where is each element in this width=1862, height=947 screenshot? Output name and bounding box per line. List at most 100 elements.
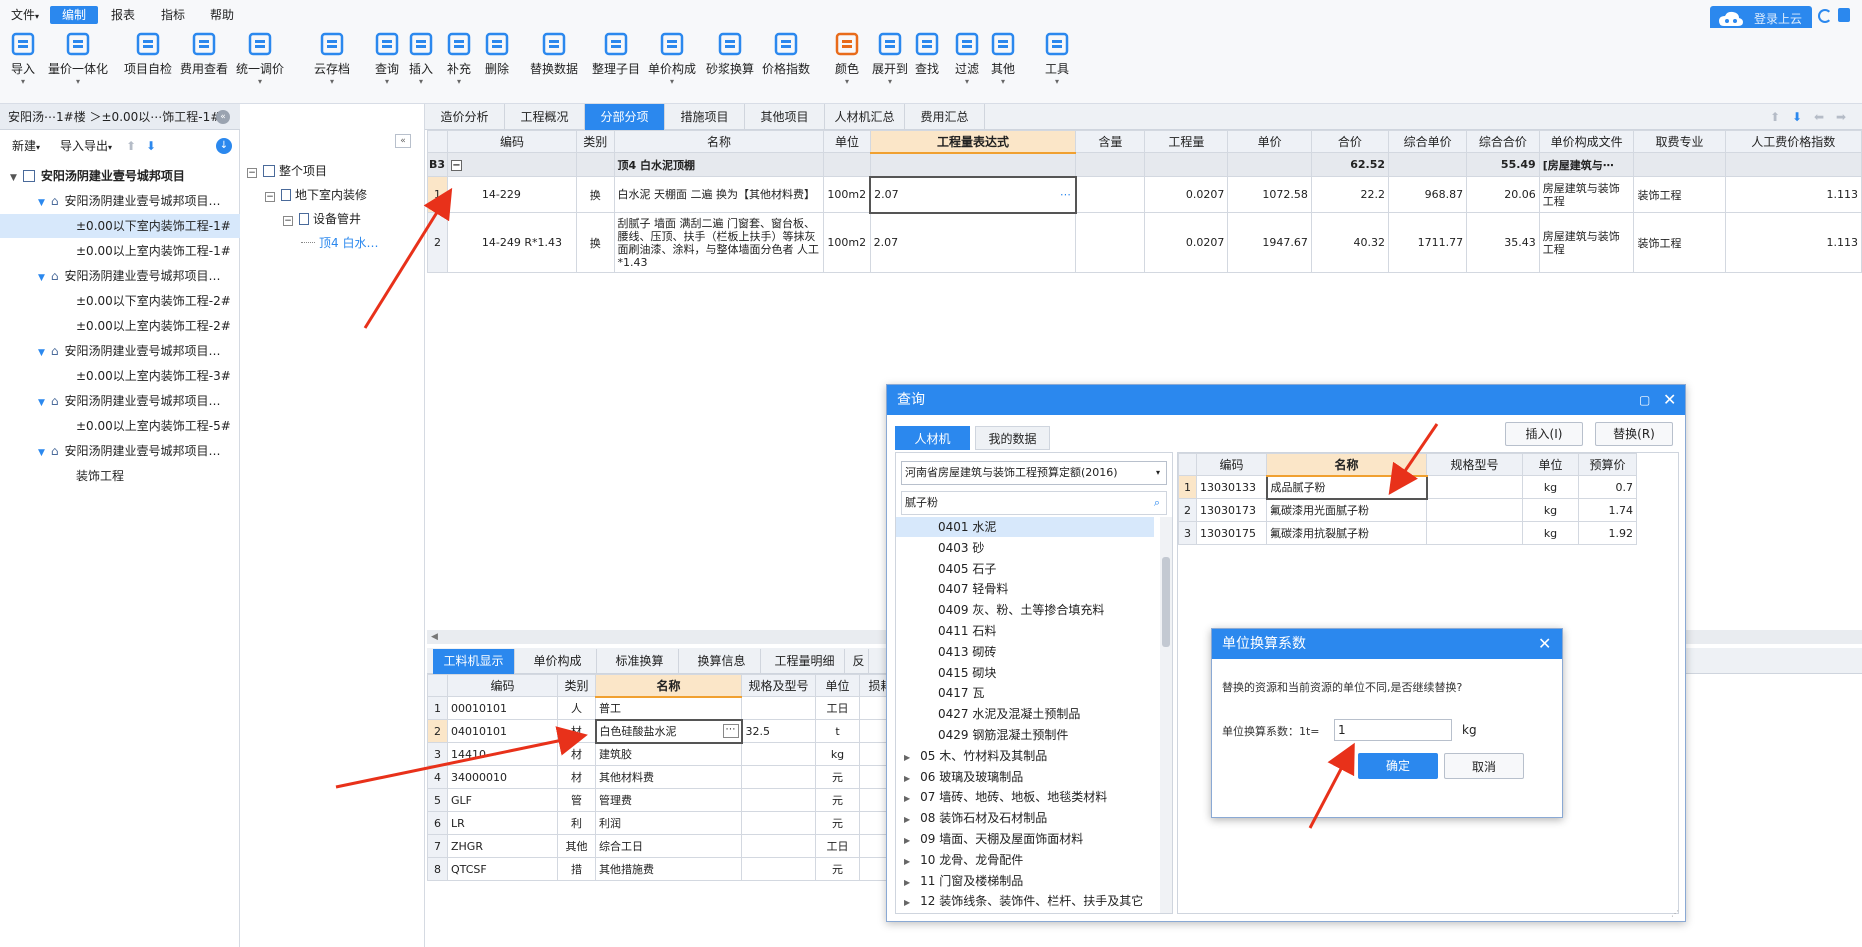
qcol-name[interactable]: 名称 <box>1266 453 1427 477</box>
tree-node-ceiling[interactable]: 顶4 白水… <box>301 232 378 254</box>
quota-select[interactable]: 河南省房屋建筑与装饰工程预算定额(2016) ▾ <box>901 461 1167 485</box>
resource-row[interactable]: 2 04010101 材白色硅酸盐水泥 ⋯ 32.5 t <box>427 718 934 744</box>
category-item[interactable]: 0417 瓦 <box>896 683 1154 703</box>
tab-4[interactable]: 其他项目 <box>745 104 825 130</box>
bottom-tab-4[interactable]: 工程量明细 <box>765 649 845 674</box>
move-up-icon[interactable]: ⬆ <box>126 139 136 153</box>
result-row[interactable]: 1 13030133 成品腻子粉 kg 0.7 <box>1178 474 1637 500</box>
category-item[interactable]: ▶ 06 玻璃及玻璃制品 <box>896 767 1154 787</box>
col-type[interactable]: 类别 <box>576 130 615 153</box>
category-item[interactable]: 0413 砌砖 <box>896 642 1154 662</box>
more-icon[interactable]: ⋯ <box>1060 188 1071 201</box>
rcol-type[interactable]: 类别 <box>557 674 596 697</box>
qcol-code[interactable]: 编码 <box>1196 453 1267 476</box>
menu-file[interactable]: 文件▾ <box>4 6 46 24</box>
category-item[interactable]: ▶ 11 门窗及楼梯制品 <box>896 871 1154 891</box>
col-unit[interactable]: 单位 <box>823 130 871 153</box>
toolbar-price-adjust-button[interactable]: 统一调价 ▾ <box>236 31 284 86</box>
category-item[interactable]: 0411 石料 <box>896 621 1154 641</box>
arrow-up-icon[interactable]: ⬆ <box>1770 110 1780 124</box>
search-input[interactable]: 腻子粉 ⌕ <box>901 491 1167 515</box>
user-icon[interactable] <box>1838 8 1850 22</box>
col-price-file[interactable]: 单价构成文件 <box>1538 130 1635 153</box>
tree-item[interactable]: ±0.00以上室内装饰工程-1# <box>0 239 240 263</box>
resource-row[interactable]: 3 14410⋯ 材建筑胶 kg <box>427 742 934 766</box>
toolbar-filter-button[interactable]: 过滤 ▾ <box>954 31 980 86</box>
resource-row[interactable]: 5 GLF 管管理费元 <box>427 788 934 812</box>
tree-item[interactable]: ▼ 安阳汤阴建业壹号城邦项目 <box>0 164 240 188</box>
tab-3[interactable]: 措施项目 <box>665 104 745 130</box>
tree-item[interactable]: ±0.00以下室内装饰工程-1# <box>0 214 240 238</box>
menu-help[interactable]: 帮助 <box>203 6 241 24</box>
tree-item[interactable]: ▼ ⌂ 安阳汤阴建业壹号城邦项目… <box>0 439 240 463</box>
col-total[interactable]: 合价 <box>1310 130 1390 153</box>
tree-item[interactable]: ±0.00以上室内装饰工程-2# <box>0 314 240 338</box>
refresh-icon[interactable] <box>1818 9 1832 23</box>
more-icon[interactable]: ⋯ <box>722 723 739 738</box>
resource-row[interactable]: 6 LR 利利润元 <box>427 811 934 835</box>
insert-button[interactable]: 插入(I) <box>1505 422 1583 446</box>
toolbar-cost-view-button[interactable]: 费用查看 <box>180 31 228 77</box>
move-down-icon[interactable]: ⬇ <box>146 139 156 153</box>
import-export-button[interactable]: 导入导出▾ <box>60 134 112 158</box>
bottom-tab-3[interactable]: 换算信息 <box>683 649 761 674</box>
col-name[interactable]: 名称 <box>613 130 825 153</box>
tree-item[interactable]: 装饰工程 <box>0 464 240 488</box>
toolbar-tools-button[interactable]: 工具 ▾ <box>1044 31 1070 86</box>
tab-materials[interactable]: 人材机 <box>895 426 970 450</box>
toolbar-price-index-button[interactable]: 价格指数 <box>762 31 810 77</box>
toolbar-import-button[interactable]: 导入 ▾ <box>10 31 36 86</box>
col-profession[interactable]: 取费专业 <box>1633 130 1726 153</box>
download-icon[interactable]: ↓ <box>216 138 232 154</box>
arrow-left-icon[interactable]: ⬅ <box>1814 110 1824 124</box>
toolbar-delete-button[interactable]: 删除 <box>484 31 510 77</box>
expr-cell-editing[interactable]: 2.07 ⋯ <box>869 175 1077 214</box>
menu-report[interactable]: 报表 <box>104 6 142 24</box>
collapse-icon[interactable]: « <box>216 110 230 124</box>
toolbar-cloud-archive-button[interactable]: 云存档 ▾ <box>314 31 350 86</box>
collapse-pane-icon[interactable]: « <box>395 134 411 148</box>
tree-item[interactable]: ▼ ⌂ 安阳汤阴建业壹号城邦项目… <box>0 339 240 363</box>
cancel-button[interactable]: 取消 <box>1444 753 1524 779</box>
rcol-name[interactable]: 名称 <box>595 674 742 698</box>
category-item[interactable]: ▶ 07 墙砖、地砖、地板、地毯类材料 <box>896 787 1154 807</box>
toolbar-organize-button[interactable]: 整理子目 <box>592 31 640 77</box>
menu-index[interactable]: 指标 <box>154 6 192 24</box>
toolbar-self-check-button[interactable]: 项目自检 <box>124 31 172 77</box>
toolbar-supplement-button[interactable]: 补充 ▾ <box>446 31 472 86</box>
rcol-unit[interactable]: 单位 <box>815 674 860 697</box>
qcol-price[interactable]: 预算价 <box>1578 453 1637 476</box>
tree-item[interactable]: ±0.00以上室内装饰工程-5# <box>0 414 240 438</box>
bottom-tab-0[interactable]: 工料机显示 <box>433 649 515 674</box>
toolbar-unit-price-button[interactable]: 单价构成 ▾ <box>648 31 696 86</box>
tree-node-basement[interactable]: − 地下室内装修 <box>265 184 367 206</box>
tree-item[interactable]: ±0.00以上室内装饰工程-3# <box>0 364 240 388</box>
category-item[interactable]: ▶ 10 龙骨、龙骨配件 <box>896 850 1154 870</box>
category-item[interactable]: 0405 石子 <box>896 559 1154 579</box>
col-expr[interactable]: 工程量表达式 <box>869 130 1077 154</box>
qcol-unit[interactable]: 单位 <box>1522 453 1579 476</box>
close-icon[interactable]: ✕ <box>1538 629 1551 659</box>
toolbar-color-button[interactable]: 颜色 ▾ <box>834 31 860 86</box>
toolbar-expand-button[interactable]: 展开到 ▾ <box>872 31 908 86</box>
result-row[interactable]: 2 13030173 氟碳漆用光面腻子粉 kg 1.74 <box>1178 498 1637 522</box>
resize-grip-icon[interactable]: ⋰ <box>1671 909 1679 918</box>
bottom-tab-2[interactable]: 标准换算 <box>601 649 679 674</box>
category-item[interactable]: 0409 灰、粉、土等掺合填充料 <box>896 600 1154 620</box>
toolbar-query-button[interactable]: 查询 ▾ <box>374 31 400 86</box>
col-content[interactable]: 含量 <box>1075 130 1146 153</box>
rcol-code[interactable]: 编码 <box>447 674 558 697</box>
result-row[interactable]: 3 13030175 氟碳漆用抗裂腻子粉 kg 1.92 <box>1178 521 1637 545</box>
table-row[interactable]: 1 14-229 换 白水泥 天棚面 二遍 换为【其他材料费】 100m2 2.… <box>427 175 1862 214</box>
menu-edit[interactable]: 编制 <box>50 6 98 24</box>
arrow-right-icon[interactable]: ➡ <box>1836 110 1846 124</box>
category-item[interactable]: ▶ 05 木、竹材料及其制品 <box>896 746 1154 766</box>
resource-row[interactable]: 8 QTCSF 措其他措施费元 <box>427 857 934 881</box>
tab-0[interactable]: 造价分析 <box>425 104 505 130</box>
close-icon[interactable]: ✕ <box>1663 385 1676 415</box>
tree-item[interactable]: ±0.00以下室内装饰工程-2# <box>0 289 240 313</box>
col-labor-index[interactable]: 人工费价格指数 <box>1724 130 1862 153</box>
toolbar-price-integration-button[interactable]: 量价一体化 ▾ <box>48 31 108 86</box>
tab-6[interactable]: 费用汇总 <box>905 104 985 130</box>
replace-button[interactable]: 替换(R) <box>1595 422 1673 446</box>
